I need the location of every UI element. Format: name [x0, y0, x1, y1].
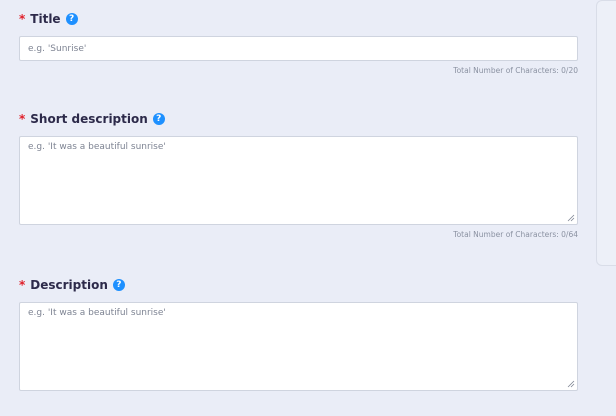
description-placeholder: e.g. 'It was a beautiful sunrise'	[28, 308, 166, 318]
title-label: Title	[30, 12, 61, 26]
help-icon[interactable]: ?	[112, 279, 125, 291]
short-description-label: Short description	[30, 112, 148, 126]
form-page: * Title ? e.g. 'Sunrise' Total Number of…	[0, 0, 616, 416]
help-icon[interactable]: ?	[65, 13, 78, 25]
short-description-char-count: Total Number of Characters: 0/64	[453, 230, 578, 239]
description-label-row: * Description ?	[19, 276, 578, 294]
required-marker: *	[19, 278, 26, 292]
description-field: * Description ? e.g. 'It was a beautiful…	[19, 276, 578, 391]
short-description-placeholder: e.g. 'It was a beautiful sunrise'	[28, 142, 166, 152]
required-marker: *	[19, 12, 26, 26]
resize-handle-icon[interactable]	[567, 214, 575, 222]
required-marker: *	[19, 112, 26, 126]
resize-handle-icon[interactable]	[567, 380, 575, 388]
description-label: Description	[30, 278, 108, 292]
side-panel	[596, 0, 616, 266]
title-char-count: Total Number of Characters: 0/20	[453, 66, 578, 75]
title-input[interactable]: e.g. 'Sunrise'	[19, 36, 578, 61]
help-icon[interactable]: ?	[152, 113, 165, 125]
title-label-row: * Title ?	[19, 10, 578, 28]
title-field: * Title ? e.g. 'Sunrise' Total Number of…	[19, 10, 578, 75]
description-textarea[interactable]: e.g. 'It was a beautiful sunrise'	[19, 302, 578, 391]
short-description-field: * Short description ? e.g. 'It was a bea…	[19, 110, 578, 239]
short-description-textarea[interactable]: e.g. 'It was a beautiful sunrise'	[19, 136, 578, 225]
short-description-label-row: * Short description ?	[19, 110, 578, 128]
title-placeholder: e.g. 'Sunrise'	[28, 43, 87, 54]
